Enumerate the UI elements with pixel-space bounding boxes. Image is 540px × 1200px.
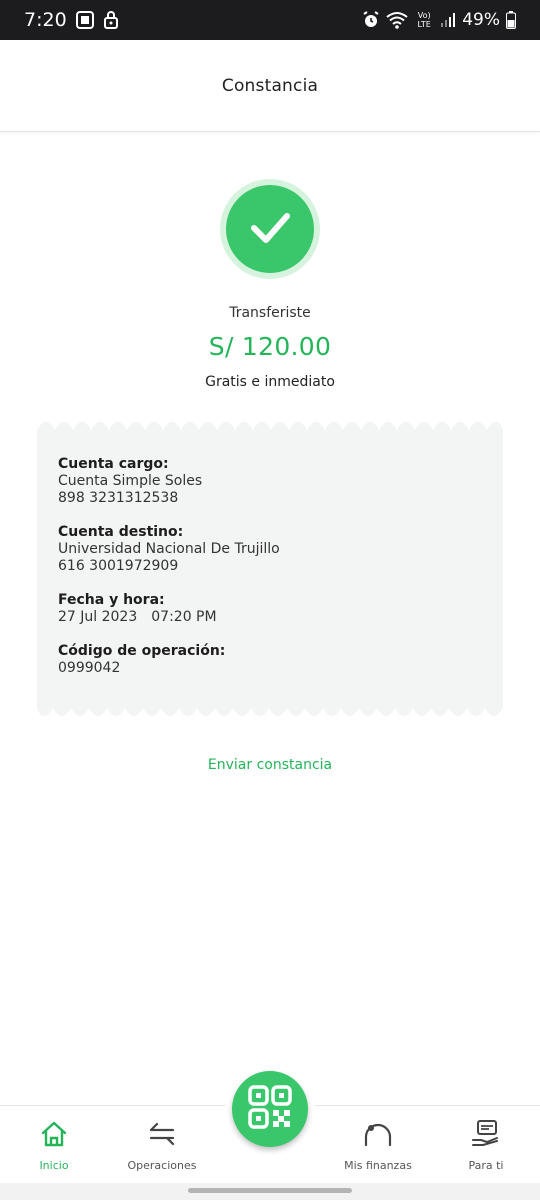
battery-icon bbox=[506, 11, 516, 29]
receipt-card: Cuenta cargo: Cuenta Simple Soles 898 32… bbox=[37, 422, 503, 716]
field-label: Cuenta destino: bbox=[58, 524, 184, 540]
field-value: 27 Jul 2023 07:20 PM bbox=[58, 609, 478, 626]
field-label: Cuenta cargo: bbox=[58, 456, 169, 472]
field-value: 616 3001972909 bbox=[58, 558, 179, 574]
home-icon bbox=[39, 1119, 69, 1153]
finance-gauge-icon bbox=[363, 1119, 393, 1153]
nav-label: Inicio bbox=[39, 1158, 69, 1172]
qr-scan-button[interactable] bbox=[232, 1071, 308, 1147]
field-value: 898 3231312538 bbox=[58, 490, 179, 506]
transfer-amount: S/ 120.00 bbox=[208, 332, 332, 361]
field-value: Cuenta Simple Soles bbox=[58, 473, 203, 489]
nav-item-para-ti[interactable]: Para ti bbox=[446, 1106, 526, 1184]
nav-item-mis-finanzas[interactable]: Mis finanzas bbox=[328, 1106, 428, 1184]
app-header: Constancia bbox=[0, 40, 540, 132]
field-codigo-operacion: Código de operación: 0999042 bbox=[58, 643, 478, 677]
success-badge bbox=[220, 179, 320, 279]
status-bar-right: Vo) LTE 49% bbox=[362, 10, 516, 30]
signal-icon bbox=[440, 12, 456, 28]
field-cuenta-destino: Cuenta destino: Universidad Nacional De … bbox=[58, 524, 478, 575]
wifi-icon bbox=[386, 11, 408, 29]
network-label: Vo) LTE bbox=[417, 11, 431, 29]
field-label: Código de operación: bbox=[58, 643, 226, 659]
home-gesture-bar[interactable] bbox=[188, 1188, 352, 1193]
status-bar-left: 7:20 bbox=[24, 9, 119, 31]
lock-icon bbox=[103, 10, 119, 30]
status-bar: 7:20 Vo) LTE 49% bbox=[0, 0, 540, 40]
fee-note: Gratis e inmediato bbox=[205, 374, 335, 390]
nav-item-inicio[interactable]: Inicio bbox=[14, 1106, 94, 1184]
field-cuenta-cargo: Cuenta cargo: Cuenta Simple Soles 898 32… bbox=[58, 456, 478, 507]
hand-card-icon bbox=[471, 1119, 501, 1153]
field-label: Fecha y hora: bbox=[58, 592, 165, 608]
status-time: 7:20 bbox=[24, 9, 67, 31]
time-value: 07:20 PM bbox=[151, 609, 217, 625]
nav-item-operaciones[interactable]: Operaciones bbox=[112, 1106, 212, 1184]
receipt-details: Cuenta cargo: Cuenta Simple Soles 898 32… bbox=[58, 456, 478, 694]
nav-label: Mis finanzas bbox=[344, 1158, 412, 1172]
battery-level: 49% bbox=[462, 10, 500, 30]
qr-code-icon bbox=[248, 1085, 292, 1133]
send-receipt-link[interactable]: Enviar constancia bbox=[0, 757, 540, 773]
alarm-icon bbox=[362, 11, 380, 29]
page-title: Constancia bbox=[221, 75, 319, 96]
field-fecha-hora: Fecha y hora: 27 Jul 2023 07:20 PM bbox=[58, 592, 478, 626]
gesture-area bbox=[0, 1183, 540, 1200]
date-value: 27 Jul 2023 bbox=[58, 609, 138, 625]
nav-label: Operaciones bbox=[127, 1158, 197, 1172]
nav-label: Para ti bbox=[468, 1158, 504, 1172]
screen-record-icon bbox=[75, 10, 95, 30]
success-circle bbox=[226, 185, 314, 273]
checkmark-icon bbox=[242, 199, 298, 259]
field-value: 0999042 bbox=[58, 660, 121, 676]
field-value: Universidad Nacional De Trujillo bbox=[58, 541, 280, 557]
transfer-label: Transferiste bbox=[229, 305, 311, 321]
transfer-arrows-icon bbox=[147, 1119, 177, 1153]
